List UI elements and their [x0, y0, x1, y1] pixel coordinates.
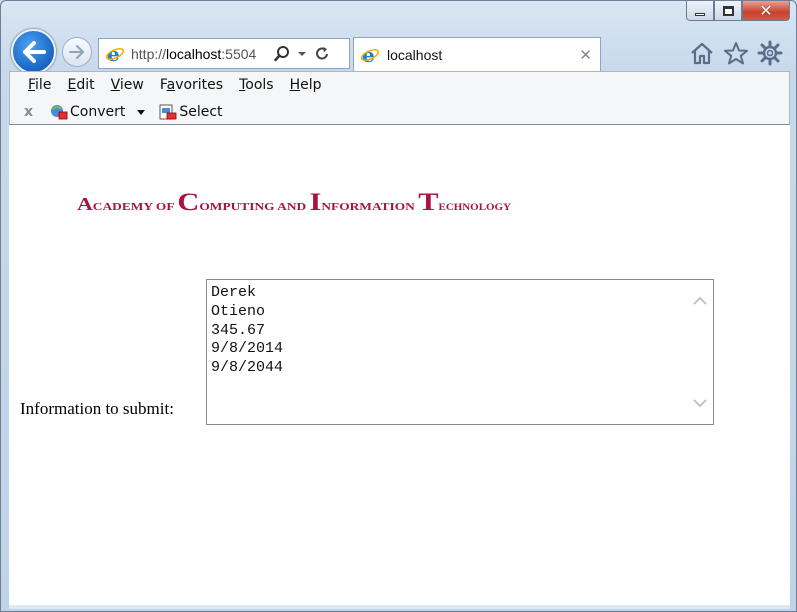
window-caption-buttons: ✕: [686, 1, 790, 23]
tab-title: localhost: [387, 46, 443, 63]
select-label: Select: [179, 104, 223, 120]
command-bar: x Convert Select: [24, 104, 237, 120]
forward-arrow-icon: [69, 45, 84, 59]
menu-and-command-bar: File Edit View Favorites Tools Help x Co…: [9, 71, 790, 125]
url-port: :5504: [221, 45, 257, 62]
home-icon: [691, 42, 713, 65]
url-prefix: http://: [131, 45, 167, 62]
close-window-button[interactable]: ✕: [742, 1, 790, 21]
scroll-down-icon[interactable]: [693, 398, 707, 408]
maximize-icon: [722, 5, 734, 16]
home-button[interactable]: [687, 39, 717, 67]
scroll-up-icon[interactable]: [693, 296, 707, 306]
tab-close-icon[interactable]: ✕: [579, 46, 592, 64]
select-button[interactable]: Select: [159, 104, 223, 120]
academy-logo: A CADEMY OF C OMPUTING AND I NFORMATION T EC…: [77, 189, 512, 215]
url-host: localhost: [166, 45, 222, 62]
favorites-button[interactable]: [721, 39, 751, 67]
form-label: Information to submit:: [20, 399, 174, 418]
convert-label: Convert: [70, 104, 126, 120]
star-icon: [724, 42, 748, 65]
select-pdf-icon: [159, 104, 177, 120]
svg-text:ACADEMY OF COMPUTING AND INFOR: A CADEMY OF C OMPUTING AND I NFORMATION T EC…: [77, 189, 512, 215]
convert-pdf-icon: [51, 105, 68, 120]
menu-view[interactable]: View: [111, 77, 144, 93]
search-icon: [274, 45, 289, 61]
gear-icon: [757, 40, 783, 66]
menu-tools[interactable]: Tools: [239, 77, 274, 93]
address-url[interactable]: http://localhost:5504: [131, 46, 271, 62]
back-arrow-icon: [22, 40, 46, 63]
menu-bar: File Edit View Favorites Tools Help: [28, 77, 338, 93]
address-dropdown-button[interactable]: [293, 42, 311, 66]
settings-button[interactable]: [755, 39, 785, 67]
convert-button[interactable]: Convert: [50, 104, 146, 120]
chevron-down-icon: [298, 51, 306, 56]
back-button[interactable]: [11, 29, 56, 74]
refresh-button[interactable]: [313, 42, 331, 66]
ie-logo-icon: e: [104, 43, 126, 65]
browser-right-toolbar: [687, 39, 785, 67]
minimize-icon: [695, 13, 705, 16]
command-bar-close-button[interactable]: x: [24, 104, 50, 120]
refresh-icon: [316, 46, 328, 59]
menu-favorites[interactable]: Favorites: [160, 77, 223, 93]
forward-button[interactable]: [62, 37, 92, 67]
menu-edit[interactable]: Edit: [67, 77, 94, 93]
menu-help[interactable]: Help: [290, 77, 322, 93]
convert-dropdown-icon[interactable]: [137, 109, 146, 115]
textarea-content[interactable]: Derek Otieno 345.67 9/8/2014 9/8/2044: [211, 284, 681, 378]
browser-window: ✕ e http://localhost:5504 e localhost ✕ …: [0, 0, 797, 612]
tab-ie-icon: e: [359, 44, 381, 66]
close-icon: ✕: [759, 1, 773, 20]
tab-localhost[interactable]: e localhost ✕: [353, 37, 601, 71]
page-content: A CADEMY OF C OMPUTING AND I NFORMATION T EC…: [9, 125, 790, 605]
search-button[interactable]: [273, 42, 291, 66]
address-bar[interactable]: e http://localhost:5504: [98, 38, 350, 69]
information-textarea[interactable]: Derek Otieno 345.67 9/8/2014 9/8/2044: [206, 279, 714, 425]
maximize-button[interactable]: [714, 1, 742, 21]
window-bottom-edge: [9, 605, 790, 609]
minimize-button[interactable]: [686, 1, 714, 21]
menu-file[interactable]: File: [28, 77, 51, 93]
